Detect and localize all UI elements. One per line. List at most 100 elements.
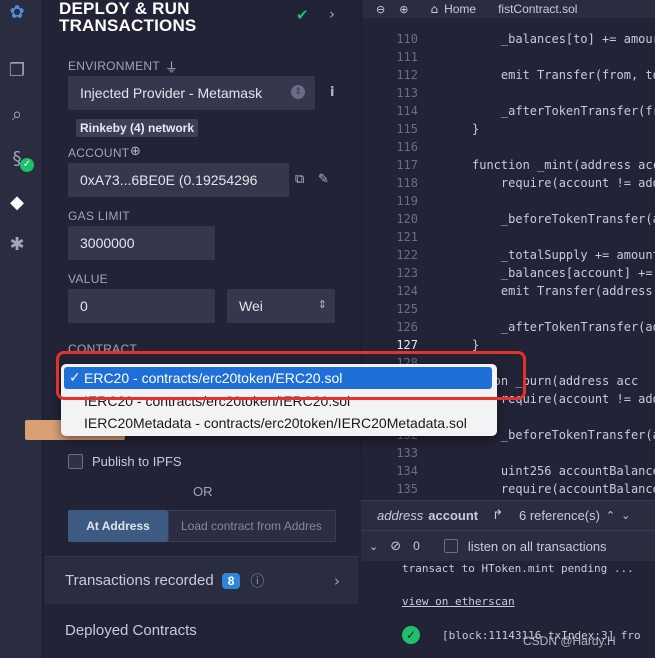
listen-all-checkbox[interactable] [443, 539, 458, 553]
code-text: emit Transfer(from, to [472, 68, 655, 82]
line-number: 122 [396, 248, 418, 262]
account-label: ACCOUNT [68, 146, 130, 160]
contract-option[interactable]: IERC20Metadata - contracts/erc20token/IE… [64, 412, 492, 434]
code-text: uint256 accountBalance [472, 464, 655, 478]
line-number: 117 [396, 158, 418, 172]
line-number: 127 [396, 338, 418, 352]
code-line[interactable]: 125 [362, 300, 655, 318]
publish-ipfs-checkbox[interactable] [68, 454, 83, 469]
code-line[interactable]: 114 _afterTokenTransfer(fr [362, 102, 655, 120]
environment-label: ENVIRONMENT [68, 59, 160, 73]
etherscan-link[interactable]: view on etherscan [402, 595, 515, 608]
references-bar: address account ↱ 6 reference(s) ⌃ ⌄ [361, 500, 655, 530]
code-line[interactable]: 135 require(accountBalance [362, 480, 655, 498]
collapse-terminal-icon[interactable]: ⌄ [369, 540, 378, 553]
code-text: _afterTokenTransfer(fr [472, 104, 655, 118]
search-icon[interactable]: ⌕ [6, 104, 28, 126]
panel-title: DEPLOY & RUN TRANSACTIONS [59, 0, 197, 35]
gas-limit-label: GAS LIMIT [68, 209, 131, 223]
line-number: 116 [396, 140, 418, 154]
transactions-count-badge: 8 [221, 572, 241, 589]
code-line[interactable]: 110 _balances[to] += amour [362, 30, 655, 48]
code-line[interactable]: 120 _beforeTokenTransfer(a [362, 210, 655, 228]
select-arrows-icon: ⇕ [291, 85, 305, 99]
environment-select[interactable]: Injected Provider - Metamask ⇕ [68, 76, 315, 110]
remix-logo-icon[interactable]: ✿ [6, 2, 28, 24]
code-line[interactable]: 113 [362, 84, 655, 102]
debugger-icon[interactable]: ✱ [6, 234, 28, 256]
account-select[interactable]: 0xA73...6BE0E (0.19254296 [68, 163, 289, 197]
tab-home[interactable]: Home [444, 2, 476, 16]
code-line[interactable]: 119 [362, 192, 655, 210]
icon-rail: ✿ ❐ ⌕ § ✓ ◆ ✱ [0, 0, 43, 658]
line-number: 112 [396, 68, 418, 82]
code-line[interactable]: 122 _totalSupply += amount [362, 246, 655, 264]
value-input[interactable]: 0 [68, 289, 215, 323]
line-number: 110 [396, 32, 418, 46]
at-address-button[interactable]: At Address [68, 510, 168, 542]
terminal-line: transact to HToken.mint pending ... [402, 562, 634, 575]
code-text: _totalSupply += amount [472, 248, 655, 262]
file-explorer-icon[interactable]: ❐ [6, 60, 28, 82]
zoom-in-icon[interactable]: ⊕ [399, 3, 408, 16]
gas-limit-input[interactable]: 3000000 [68, 226, 215, 260]
refs-identifier: account [428, 508, 479, 523]
chevron-down-icon[interactable]: ⌄ [621, 509, 630, 522]
line-number: 114 [396, 104, 418, 118]
chevron-up-icon[interactable]: ⌃ [606, 509, 615, 522]
watermark: CSDN @Hardy.H [523, 634, 616, 648]
code-line[interactable]: 116 [362, 138, 655, 156]
goto-definition-icon[interactable]: ↱ [492, 508, 503, 523]
code-line[interactable]: 115} [362, 120, 655, 138]
chevron-right-icon[interactable]: › [329, 5, 335, 23]
code-line[interactable]: 118 require(account != add [362, 174, 655, 192]
success-check-icon: ✓ [402, 626, 420, 644]
line-number: 111 [396, 50, 418, 64]
pending-count: 0 [413, 539, 420, 553]
code-line[interactable]: 127} [362, 336, 655, 354]
at-address-input[interactable]: Load contract from Addres [168, 510, 336, 542]
code-line[interactable]: 133 [362, 444, 655, 462]
info-icon[interactable]: i [330, 85, 334, 100]
terminal-toolbar: ⌄ ⊘ 0 listen on all transactions [361, 531, 655, 561]
code-line[interactable]: 117 function _mint(address acc [362, 156, 655, 174]
tab-fistcontract[interactable]: fistContract.sol [498, 2, 577, 16]
contract-dropdown[interactable]: ✓ ERC20 - contracts/erc20token/ERC20.sol… [61, 364, 497, 436]
line-number: 113 [396, 86, 418, 100]
references-count: 6 reference(s) [519, 508, 600, 523]
line-number: 135 [396, 482, 418, 496]
code-line[interactable]: 123 _balances[account] += [362, 264, 655, 282]
contract-option[interactable]: ✓ ERC20 - contracts/erc20token/ERC20.sol [64, 367, 492, 389]
add-account-icon[interactable]: ⊕ [130, 144, 141, 159]
publish-ipfs-label: Publish to IPFS [92, 454, 182, 469]
code-line[interactable]: 111 [362, 48, 655, 66]
info-icon[interactable]: ⓘ [250, 571, 264, 591]
transactions-recorded-card[interactable]: Transactions recorded 8 ⓘ › [45, 556, 358, 604]
code-text: } [472, 338, 480, 352]
contract-option[interactable]: IERC20 - contracts/erc20token/IERC20.sol [64, 390, 492, 412]
value-unit-select[interactable]: Wei ⇕ [227, 289, 335, 323]
code-line[interactable]: 112 emit Transfer(from, to [362, 66, 655, 84]
line-number: 124 [396, 284, 418, 298]
code-text: } [472, 122, 480, 136]
line-number: 123 [396, 266, 418, 280]
deploy-run-icon[interactable]: ◆ [6, 192, 28, 214]
clear-terminal-icon[interactable]: ⊘ [390, 539, 401, 554]
code-line[interactable]: 126 _afterTokenTransfer(ad [362, 318, 655, 336]
copy-icon[interactable]: ⧉ [295, 172, 304, 187]
plug-icon: ⏚ [165, 61, 179, 76]
status-check-icon: ✔ [296, 6, 309, 24]
zoom-out-icon[interactable]: ⊖ [376, 3, 385, 16]
line-number: 121 [396, 230, 418, 244]
chevron-right-icon[interactable]: › [334, 572, 340, 590]
edit-icon[interactable]: ✎ [318, 172, 329, 187]
refs-type: address [377, 508, 424, 523]
line-number: 134 [396, 464, 418, 478]
remix-ide: ✿ ❐ ⌕ § ✓ ◆ ✱ DEPLOY & RUN TRANSACTIONS … [0, 0, 655, 658]
code-line[interactable]: 121 [362, 228, 655, 246]
line-number: 115 [396, 122, 418, 136]
code-line[interactable]: 134 uint256 accountBalance [362, 462, 655, 480]
code-line[interactable]: 124 emit Transfer(address( [362, 282, 655, 300]
editor-tabs: ⊖ ⊕ ⌂ Home fistContract.sol [362, 0, 655, 18]
or-label: OR [193, 484, 213, 499]
